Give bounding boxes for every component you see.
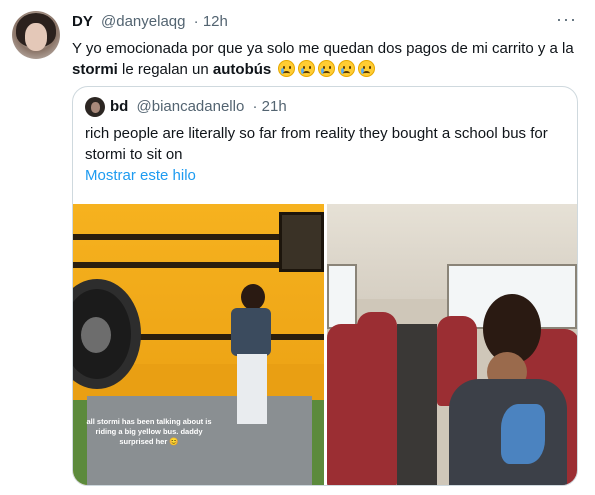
avatar-face	[25, 23, 47, 51]
tear	[361, 68, 365, 74]
timestamp[interactable]: · 12h	[194, 13, 228, 30]
tweet-text: Y yo emocionada por que ya solo me queda…	[72, 38, 577, 80]
shirt-print	[501, 404, 545, 464]
child-pants	[237, 354, 267, 424]
quoted-avatar[interactable]	[85, 97, 105, 117]
crying-face-emoji	[278, 60, 296, 77]
tear	[281, 68, 285, 74]
handle[interactable]: @danyelaqg	[101, 13, 185, 30]
display-name[interactable]: DY	[72, 13, 93, 30]
tweet-header: DY @danyelaqg · 12h	[72, 12, 228, 32]
crying-face-emoji	[318, 60, 336, 77]
photo-school-bus[interactable]: all stormi has been talking about is rid…	[73, 204, 324, 485]
media-grid: all stormi has been talking about is rid…	[73, 204, 577, 485]
tweet-text-part: Y yo emocionada por que ya solo me queda…	[72, 40, 574, 57]
image-caption: all stormi has been talking about is rid…	[86, 417, 212, 446]
quoted-tweet[interactable]: bd @biancadanello · 21h rich people are …	[72, 86, 578, 486]
quoted-timestamp: · 21h	[252, 98, 287, 115]
child-shirt	[231, 308, 271, 356]
tear	[341, 68, 345, 74]
tear	[321, 68, 325, 74]
tweet-text-bold: autobús	[212, 61, 272, 78]
more-horizontal-icon[interactable]: ···	[556, 10, 577, 28]
tweet-text-bold: stormi	[72, 61, 118, 78]
tear	[301, 68, 305, 74]
bus-window	[327, 264, 357, 329]
avatar[interactable]	[12, 11, 60, 59]
bus-window	[279, 212, 324, 272]
bus-aisle	[397, 324, 437, 485]
crying-face-emoji	[338, 60, 356, 77]
photo-bus-interior[interactable]	[327, 204, 577, 485]
tweet[interactable]: DY @danyelaqg · 12h ··· Y yo emocionada …	[0, 0, 595, 495]
child-figure	[447, 294, 567, 485]
tweet-text-part: le regalan un	[117, 61, 213, 78]
show-thread-link[interactable]: Mostrar este hilo	[85, 167, 196, 184]
quoted-display-name: bd	[110, 98, 129, 115]
quoted-text: rich people are literally so far from re…	[85, 125, 548, 163]
bus-seat	[357, 312, 397, 372]
crying-face-emoji	[358, 60, 376, 77]
quoted-header: bd @biancadanello · 21h	[110, 97, 287, 117]
child-head	[241, 284, 265, 310]
quoted-handle: @biancadanello	[136, 98, 245, 115]
crying-face-emoji	[298, 60, 316, 77]
child-figure	[223, 284, 275, 434]
